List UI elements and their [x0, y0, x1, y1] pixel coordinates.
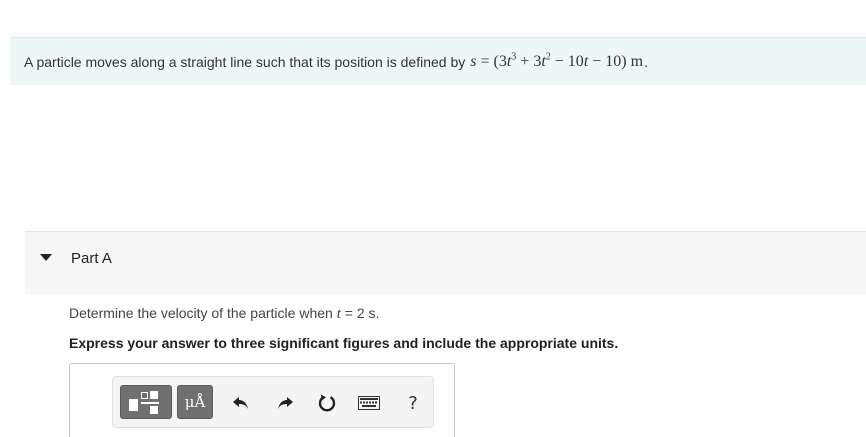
keyboard-icon[interactable]: [357, 391, 381, 415]
collapse-caret-icon[interactable]: [40, 254, 52, 261]
units-icon: μÅ: [184, 393, 206, 411]
answer-instruction: Express your answer to three significant…: [69, 335, 619, 351]
problem-intro-text: A particle moves along a straight line s…: [24, 53, 466, 70]
help-icon[interactable]: ?: [401, 391, 425, 415]
question-text: Determine the velocity of the particle w…: [69, 305, 380, 322]
position-equation: s = (3t3 + 3t2 − 10t − 10) m: [470, 51, 644, 70]
undo-icon[interactable]: [229, 391, 253, 415]
units-button[interactable]: μÅ: [177, 385, 213, 419]
redo-icon[interactable]: [273, 391, 297, 415]
part-a-header[interactable]: Part A: [25, 231, 866, 294]
equation-unit: m: [630, 52, 644, 70]
problem-page: A particle moves along a straight line s…: [0, 0, 866, 437]
answer-input-box[interactable]: μÅ ?: [69, 363, 455, 437]
templates-button[interactable]: [120, 385, 172, 419]
question-variable: t: [336, 306, 341, 322]
reset-icon[interactable]: [315, 391, 339, 415]
part-title: Part A: [71, 250, 112, 267]
problem-statement: A particle moves along a straight line s…: [10, 37, 866, 85]
math-toolbar: μÅ ?: [112, 376, 434, 428]
